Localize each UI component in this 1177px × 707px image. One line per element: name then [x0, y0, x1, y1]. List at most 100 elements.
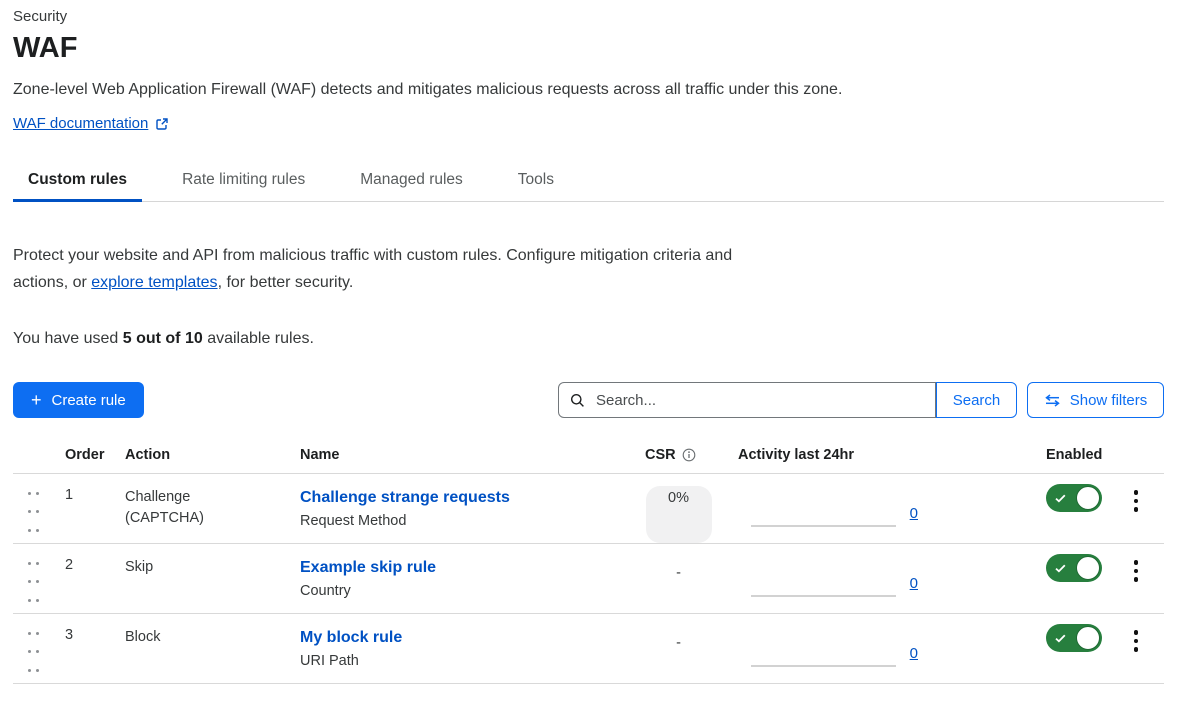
activity-count-link[interactable]: 0 — [910, 575, 918, 592]
toggle-knob — [1076, 626, 1100, 650]
header-enabled: Enabled — [944, 447, 1108, 463]
rule-action: Block — [125, 627, 230, 648]
rule-name-link[interactable]: My block rule — [300, 627, 402, 648]
tab-custom-rules[interactable]: Custom rules — [13, 162, 142, 201]
create-rule-button-label: Create rule — [52, 392, 126, 409]
rule-enabled-cell — [944, 474, 1108, 543]
rule-action: Skip — [125, 557, 230, 578]
rule-menu-cell — [1108, 474, 1164, 543]
rule-action-cell: Block — [113, 614, 288, 683]
tab-bar: Custom rules Rate limiting rules Managed… — [13, 162, 1164, 202]
rule-enabled-cell — [944, 614, 1108, 683]
drag-handle-icon[interactable] — [28, 632, 39, 683]
header-csr: CSR — [631, 447, 726, 463]
search-input[interactable] — [594, 391, 924, 410]
rule-action-cell: Challenge (CAPTCHA) — [113, 474, 288, 543]
header-drag-spacer — [13, 447, 53, 463]
check-icon — [1055, 564, 1066, 573]
table-row: 1 Challenge (CAPTCHA) Challenge strange … — [13, 474, 1164, 544]
search-icon — [570, 393, 585, 408]
rule-order: 1 — [53, 474, 113, 543]
intro-text-after: , for better security. — [218, 274, 354, 291]
rule-csr-cell: 0% — [631, 474, 726, 543]
header-csr-label: CSR — [645, 447, 676, 463]
usage-prefix: You have used — [13, 330, 123, 347]
info-icon[interactable] — [682, 448, 696, 462]
csr-value: - — [676, 635, 681, 683]
drag-cell — [13, 544, 53, 613]
kebab-menu-icon[interactable] — [1132, 558, 1141, 613]
header-order: Order — [53, 447, 113, 463]
rule-field: Request Method — [300, 513, 631, 529]
kebab-menu-icon[interactable] — [1132, 628, 1141, 683]
usage-suffix: available rules. — [203, 330, 314, 347]
rule-activity-cell: 0 — [726, 544, 944, 613]
rule-activity-cell: 0 — [726, 614, 944, 683]
activity-sparkline — [751, 595, 896, 597]
drag-handle-icon[interactable] — [28, 562, 39, 613]
usage-summary: You have used 5 out of 10 available rule… — [13, 330, 1164, 348]
create-rule-button[interactable]: + Create rule — [13, 382, 144, 418]
rule-action-cell: Skip — [113, 544, 288, 613]
drag-cell — [13, 614, 53, 683]
waf-documentation-link[interactable]: WAF documentation — [13, 115, 169, 132]
tab-tools[interactable]: Tools — [503, 162, 569, 201]
page-description: Zone-level Web Application Firewall (WAF… — [13, 81, 1164, 99]
waf-documentation-link-label: WAF documentation — [13, 115, 148, 132]
activity-sparkline — [751, 525, 896, 527]
kebab-menu-icon[interactable] — [1132, 488, 1141, 543]
plus-icon: + — [31, 391, 42, 409]
activity-count-link[interactable]: 0 — [910, 505, 918, 522]
enabled-toggle[interactable] — [1046, 624, 1102, 652]
tab-rate-limiting-rules[interactable]: Rate limiting rules — [167, 162, 320, 201]
rule-order: 3 — [53, 614, 113, 683]
rule-name-cell: Challenge strange requests Request Metho… — [288, 474, 631, 543]
rule-name-cell: My block rule URI Path — [288, 614, 631, 683]
toggle-knob — [1076, 486, 1100, 510]
rule-enabled-cell — [944, 544, 1108, 613]
rule-activity-cell: 0 — [726, 474, 944, 543]
rule-menu-cell — [1108, 544, 1164, 613]
check-icon — [1055, 494, 1066, 503]
rule-field: URI Path — [300, 653, 631, 669]
rule-order: 2 — [53, 544, 113, 613]
custom-rules-table: Order Action Name CSR Activity last 24hr… — [13, 443, 1164, 684]
header-activity: Activity last 24hr — [726, 447, 944, 463]
rule-action: Challenge (CAPTCHA) — [125, 487, 230, 529]
header-name: Name — [288, 447, 631, 463]
rules-toolbar: + Create rule Search — [13, 382, 1164, 418]
csr-badge: 0% — [646, 486, 712, 543]
external-link-icon — [155, 117, 169, 131]
activity-count-link[interactable]: 0 — [910, 645, 918, 662]
rule-csr-cell: - — [631, 614, 726, 683]
show-filters-label: Show filters — [1070, 392, 1148, 409]
rule-name-cell: Example skip rule Country — [288, 544, 631, 613]
rule-menu-cell — [1108, 614, 1164, 683]
explore-templates-link[interactable]: explore templates — [91, 274, 217, 291]
rule-name-link[interactable]: Example skip rule — [300, 557, 436, 578]
show-filters-button[interactable]: Show filters — [1027, 382, 1164, 418]
intro-paragraph: Protect your website and API from malici… — [13, 242, 758, 296]
toggle-knob — [1076, 556, 1100, 580]
rule-name-link[interactable]: Challenge strange requests — [300, 487, 510, 508]
swap-arrows-icon — [1044, 394, 1061, 407]
search-group: Search — [558, 382, 1017, 418]
drag-handle-icon[interactable] — [28, 492, 39, 543]
table-row: 3 Block My block rule URI Path - 0 — [13, 614, 1164, 684]
header-menu-spacer — [1108, 447, 1164, 463]
header-action: Action — [113, 447, 288, 463]
waf-page: Security WAF Zone-level Web Application … — [0, 0, 1177, 704]
enabled-toggle[interactable] — [1046, 484, 1102, 512]
enabled-toggle[interactable] — [1046, 554, 1102, 582]
search-input-wrap — [558, 382, 936, 418]
usage-count: 5 out of 10 — [123, 330, 203, 347]
tab-managed-rules[interactable]: Managed rules — [345, 162, 478, 201]
drag-cell — [13, 474, 53, 543]
table-header-row: Order Action Name CSR Activity last 24hr… — [13, 443, 1164, 474]
activity-sparkline — [751, 665, 896, 667]
page-title: WAF — [13, 32, 1164, 65]
search-button[interactable]: Search — [936, 382, 1017, 418]
rule-field: Country — [300, 583, 631, 599]
check-icon — [1055, 634, 1066, 643]
csr-value: - — [676, 565, 681, 613]
